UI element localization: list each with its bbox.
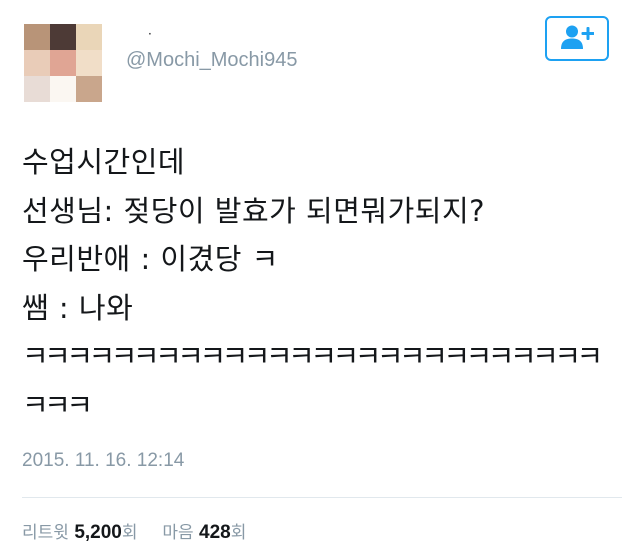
- follow-button[interactable]: [545, 16, 609, 61]
- likes-unit: 회: [230, 523, 247, 543]
- avatar-pixel: [50, 76, 76, 102]
- avatar[interactable]: [24, 24, 102, 102]
- avatar-pixel: [76, 24, 102, 50]
- tweet-line: 우리반애 : 이겼당 ㅋ: [22, 242, 279, 276]
- tweet-line: ㅋㅋㅋ: [22, 387, 93, 422]
- avatar-pixel: [24, 50, 50, 76]
- avatar-pixel: [24, 24, 50, 50]
- retweets-label: 리트윗: [22, 523, 69, 543]
- avatar-pixel: [76, 76, 102, 102]
- avatar-pixel: [50, 24, 76, 50]
- tweet-line: 쌤 : 나와: [22, 290, 134, 325]
- likes-stat[interactable]: 마음 428회: [162, 522, 247, 543]
- tweet-timestamp[interactable]: 2015. 11. 16. 12:14: [22, 449, 184, 473]
- avatar-pixel: [24, 76, 50, 102]
- tweet-stats: 리트윗 5,200회 마음 428회: [22, 521, 246, 545]
- tweet-text: 수업시간인데 선생님: 젖당이 발효가 되면뭐가되지? 우리반애 : 이겼당 ㅋ…: [22, 138, 622, 429]
- tweet-line: ㅋㅋㅋㅋㅋㅋㅋㅋㅋㅋㅋㅋㅋㅋㅋㅋㅋㅋㅋㅋㅋㅋㅋㅋㅋㅋ: [22, 339, 603, 373]
- retweets-stat[interactable]: 리트윗 5,200회: [22, 522, 143, 543]
- tweet-line: 수업시간인데: [22, 145, 186, 179]
- follow-user-plus-icon: [560, 24, 595, 54]
- retweets-unit: 회: [121, 523, 138, 543]
- user-handle[interactable]: @Mochi_Mochi945: [126, 48, 298, 72]
- retweets-count: 5,200: [74, 522, 122, 543]
- divider: [22, 497, 622, 498]
- tweet-line: 선생님: 젖당이 발효가 되면뭐가되지?: [22, 193, 486, 228]
- avatar-pixel: [76, 50, 102, 76]
- likes-count: 428: [199, 522, 231, 543]
- avatar-pixel: [50, 50, 76, 76]
- likes-label: 마음: [162, 523, 194, 543]
- display-name[interactable]: ·: [148, 28, 152, 40]
